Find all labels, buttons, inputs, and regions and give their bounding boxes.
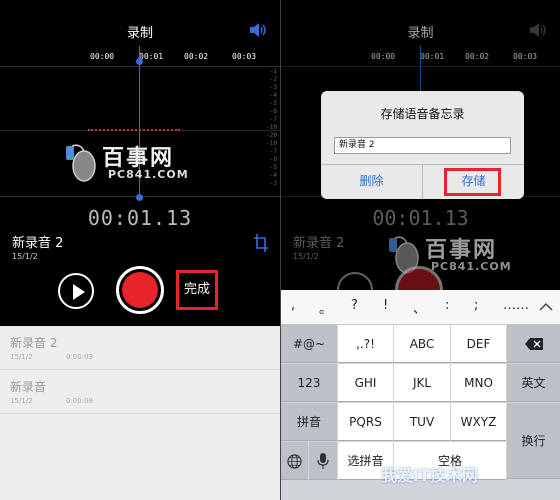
memo-name-input[interactable]: 新录音 2 bbox=[334, 137, 511, 154]
db-label: -10 bbox=[266, 140, 277, 147]
bottom-watermark-text: 我爱IT技术网 bbox=[381, 466, 478, 485]
key-mno[interactable]: MNO bbox=[451, 364, 506, 402]
globe-key[interactable] bbox=[281, 442, 308, 480]
list-item-name: 新录音 2 bbox=[10, 336, 58, 350]
microphone-icon bbox=[317, 453, 329, 469]
save-dialog-screen-right: 录制 00:00 00:01 00:02 00:03 00:01.13 新录音 … bbox=[281, 0, 560, 500]
key-abc[interactable]: ABC bbox=[394, 325, 450, 363]
list-item-date: 15/1/2 bbox=[10, 353, 33, 361]
watermark-subtext: PC841.COM bbox=[108, 168, 189, 181]
recording-name: 新录音 2 bbox=[12, 236, 64, 251]
db-label: -2 bbox=[269, 76, 277, 83]
chevron-up-icon[interactable] bbox=[539, 302, 553, 311]
backspace-icon bbox=[525, 338, 543, 350]
list-item-name: 新录音 bbox=[10, 380, 47, 394]
db-label: -4 bbox=[269, 92, 277, 99]
list-item-duration: 0:00:03 bbox=[66, 353, 93, 361]
db-label: -6 bbox=[269, 108, 277, 115]
symbol-key[interactable]: 。 bbox=[319, 298, 332, 317]
symbol-key[interactable]: ! bbox=[383, 298, 388, 313]
dialog-title: 存储语音备忘录 bbox=[380, 107, 465, 121]
key-punct[interactable]: ,.?! bbox=[338, 325, 393, 363]
play-icon bbox=[73, 284, 85, 300]
pinyin-keyboard: , 。 ? ! 、 : ; …… #@~ ,.?! ABC DEF 123 GH… bbox=[281, 290, 560, 500]
screen-title: 录制 bbox=[126, 26, 153, 41]
db-label: -1 bbox=[269, 68, 277, 75]
ruler-tick: 00:03 bbox=[232, 52, 257, 61]
playhead-top-handle[interactable] bbox=[136, 58, 143, 65]
key-tuv[interactable]: TUV bbox=[394, 403, 450, 441]
db-label: -10 bbox=[266, 124, 277, 131]
speaker-icon[interactable] bbox=[248, 22, 268, 38]
key-jkl[interactable]: JKL bbox=[394, 364, 450, 402]
record-icon bbox=[122, 272, 158, 308]
watermark-logo: 百事网 PC841.COM bbox=[62, 140, 212, 190]
db-label: -3 bbox=[269, 84, 277, 91]
playhead-bottom-handle[interactable] bbox=[136, 194, 143, 201]
key-ghi[interactable]: GHI bbox=[338, 364, 393, 402]
recorded-waveform bbox=[88, 129, 180, 133]
ruler-tick: 00:02 bbox=[184, 52, 209, 61]
db-label: -7 bbox=[269, 148, 277, 155]
key-123[interactable]: 123 bbox=[281, 364, 337, 402]
symbol-key[interactable]: 、 bbox=[413, 298, 426, 317]
done-button[interactable]: 完成 bbox=[176, 270, 218, 310]
key-pinyin[interactable]: 拼音 bbox=[281, 403, 337, 441]
key-pqrs[interactable]: PQRS bbox=[338, 403, 393, 441]
recordings-list: 新录音 2 15/1/2 0:00:03 新录音 15/1/2 0:00:09 bbox=[0, 326, 280, 500]
symbol-candidate-row: , 。 ? ! 、 : ; …… bbox=[281, 290, 560, 325]
db-label: -4 bbox=[269, 172, 277, 179]
delete-button[interactable]: 删除 bbox=[321, 164, 422, 199]
symbol-key[interactable]: ; bbox=[474, 298, 478, 313]
list-item[interactable]: 新录音 15/1/2 0:00:09 bbox=[0, 370, 280, 414]
list-item[interactable]: 新录音 2 15/1/2 0:00:03 bbox=[0, 326, 280, 370]
mouse-logo-icon bbox=[66, 144, 96, 182]
db-label: -6 bbox=[269, 156, 277, 163]
symbol-key[interactable]: ? bbox=[351, 298, 358, 313]
recording-timer: 00:01.13 bbox=[87, 206, 193, 230]
save-memo-dialog: 存储语音备忘录 新录音 2 删除 存储 bbox=[321, 91, 524, 199]
microphone-key[interactable] bbox=[309, 442, 337, 480]
record-button[interactable] bbox=[116, 266, 164, 314]
key-english[interactable]: 英文 bbox=[507, 364, 560, 402]
db-label: -3 bbox=[269, 180, 277, 187]
recording-screen-left: 录制 00:00 00:01 00:02 00:03 -1 -2 -3 -4 -… bbox=[0, 0, 280, 500]
symbol-key[interactable]: …… bbox=[503, 298, 529, 313]
ruler-tick: 00:00 bbox=[90, 52, 115, 61]
save-highlight-box bbox=[444, 168, 501, 196]
db-label: -5 bbox=[269, 164, 277, 171]
play-button[interactable] bbox=[58, 273, 94, 309]
recording-date: 15/1/2 bbox=[12, 252, 38, 261]
return-key[interactable]: 换行 bbox=[507, 403, 560, 479]
list-item-duration: 0:00:09 bbox=[66, 397, 93, 405]
key-wxyz[interactable]: WXYZ bbox=[451, 403, 506, 441]
key-def[interactable]: DEF bbox=[451, 325, 506, 363]
symbol-key[interactable]: : bbox=[445, 298, 449, 313]
key-symbols[interactable]: #@~ bbox=[281, 325, 337, 363]
trim-icon[interactable] bbox=[254, 234, 268, 252]
globe-icon bbox=[287, 454, 302, 469]
db-label: -5 bbox=[269, 100, 277, 107]
db-label: -20 bbox=[266, 132, 277, 139]
symbol-key[interactable]: , bbox=[291, 298, 295, 313]
db-label: -7 bbox=[269, 116, 277, 123]
backspace-key[interactable] bbox=[507, 325, 560, 363]
list-item-date: 15/1/2 bbox=[10, 397, 33, 405]
